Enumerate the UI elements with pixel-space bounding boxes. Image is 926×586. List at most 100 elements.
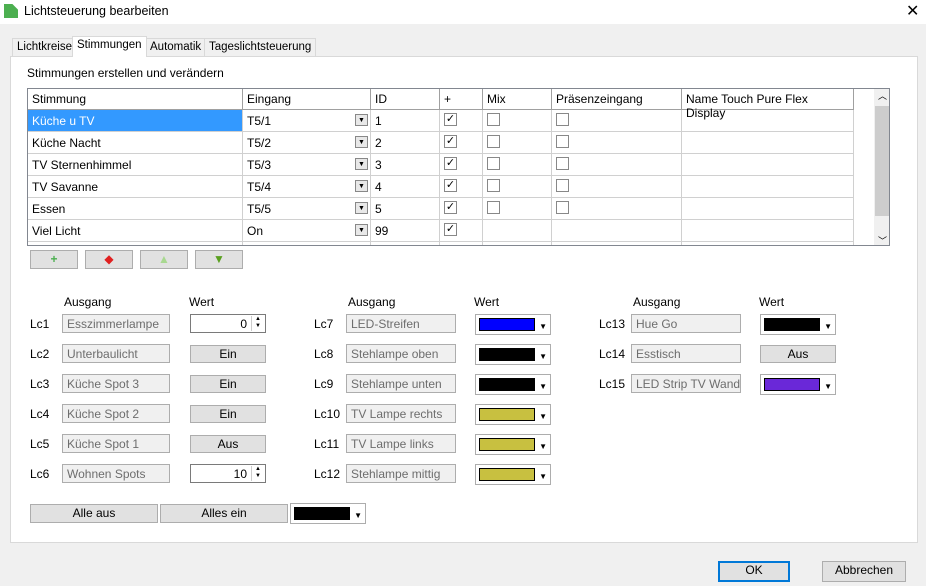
color-picker[interactable]: ▼: [475, 344, 551, 365]
scroll-down-icon[interactable]: ﹀: [874, 234, 889, 245]
column-header[interactable]: Name Touch Pure Flex Display: [682, 89, 854, 120]
color-picker[interactable]: ▼: [475, 314, 551, 335]
scroll-thumb[interactable]: [875, 106, 889, 216]
all-on-button[interactable]: Alles ein: [160, 504, 288, 523]
table-cell[interactable]: [552, 176, 682, 198]
table-cell[interactable]: [371, 242, 440, 245]
table-cell[interactable]: [682, 110, 854, 132]
checkbox-praesenz[interactable]: [556, 179, 569, 192]
scroll-up-icon[interactable]: ︿: [874, 89, 889, 102]
table-cell[interactable]: ✓: [440, 198, 483, 220]
dropdown-icon[interactable]: ▼: [355, 114, 368, 126]
checkbox-praesenz[interactable]: [556, 157, 569, 170]
value-spinner[interactable]: 10 ▲ ▼: [190, 464, 266, 483]
tab-tageslichtsteuerung[interactable]: Tageslichtsteuerung: [204, 38, 317, 56]
column-header[interactable]: Präsenzeingang: [552, 89, 682, 110]
ok-button[interactable]: OK: [718, 561, 790, 582]
table-cell[interactable]: [552, 220, 682, 242]
table-cell[interactable]: [483, 110, 552, 132]
spinner-arrows-icon[interactable]: ▲ ▼: [251, 466, 264, 481]
table-cell[interactable]: [682, 176, 854, 198]
checkbox-mix[interactable]: [487, 179, 500, 192]
table-cell[interactable]: [243, 242, 371, 245]
color-picker[interactable]: ▼: [760, 314, 836, 335]
dropdown-icon[interactable]: ▼: [355, 180, 368, 192]
toggle-button[interactable]: Aus: [190, 435, 266, 453]
table-cell[interactable]: [552, 198, 682, 220]
table-cell[interactable]: [552, 242, 682, 245]
checkbox-plus[interactable]: ✓: [444, 157, 457, 170]
move-up-button[interactable]: ▲: [140, 250, 188, 269]
table-cell[interactable]: ✓: [440, 176, 483, 198]
table-cell[interactable]: [552, 110, 682, 132]
tab-stimmungen[interactable]: Stimmungen: [72, 36, 147, 57]
table-cell[interactable]: [440, 242, 483, 245]
column-header[interactable]: Mix: [483, 89, 552, 110]
checkbox-mix[interactable]: [487, 113, 500, 126]
column-header[interactable]: Eingang: [243, 89, 371, 110]
table-cell[interactable]: ✓: [440, 154, 483, 176]
table-cell[interactable]: [483, 220, 552, 242]
table-cell[interactable]: [682, 132, 854, 154]
table-cell[interactable]: [682, 220, 854, 242]
table-cell[interactable]: [682, 154, 854, 176]
table-cell[interactable]: [483, 154, 552, 176]
color-picker[interactable]: ▼: [475, 404, 551, 425]
table-cell[interactable]: Viel Licht: [28, 220, 243, 242]
vertical-scrollbar[interactable]: ︿ ﹀: [874, 89, 889, 245]
table-cell[interactable]: [483, 132, 552, 154]
value-spinner[interactable]: 0 ▲ ▼: [190, 314, 266, 333]
checkbox-mix[interactable]: [487, 201, 500, 214]
checkbox-praesenz[interactable]: [556, 201, 569, 214]
all-off-button[interactable]: Alle aus: [30, 504, 158, 523]
color-picker[interactable]: ▼: [475, 374, 551, 395]
toggle-button[interactable]: Ein: [190, 375, 266, 393]
table-cell[interactable]: Küche u TV: [28, 110, 243, 132]
toggle-button[interactable]: Ein: [190, 345, 266, 363]
table-cell[interactable]: 3: [371, 154, 440, 176]
spinner-arrows-icon[interactable]: ▲ ▼: [251, 316, 264, 331]
tab-automatik[interactable]: Automatik: [145, 38, 207, 56]
table-cell[interactable]: T5/3 ▼: [243, 154, 371, 176]
checkbox-praesenz[interactable]: [556, 135, 569, 148]
table-cell[interactable]: 5: [371, 198, 440, 220]
column-header[interactable]: +: [440, 89, 483, 110]
toggle-button[interactable]: Aus: [760, 345, 836, 363]
checkbox-praesenz[interactable]: [556, 113, 569, 126]
table-cell[interactable]: 99: [371, 220, 440, 242]
table-cell[interactable]: ✓: [440, 220, 483, 242]
color-picker[interactable]: ▼: [760, 374, 836, 395]
checkbox-plus[interactable]: ✓: [444, 135, 457, 148]
add-button[interactable]: +: [30, 250, 78, 269]
table-cell[interactable]: [682, 242, 854, 245]
dropdown-icon[interactable]: ▼: [355, 224, 368, 236]
dropdown-icon[interactable]: ▼: [355, 202, 368, 214]
table-cell[interactable]: [28, 242, 243, 245]
dropdown-icon[interactable]: ▼: [355, 136, 368, 148]
table-cell[interactable]: [483, 198, 552, 220]
table-cell[interactable]: T5/2 ▼: [243, 132, 371, 154]
toggle-button[interactable]: Ein: [190, 405, 266, 423]
table-cell[interactable]: [552, 132, 682, 154]
table-cell[interactable]: T5/5 ▼: [243, 198, 371, 220]
table-cell[interactable]: TV Sternenhimmel: [28, 154, 243, 176]
color-picker[interactable]: ▼: [475, 464, 551, 485]
table-cell[interactable]: T5/1 ▼: [243, 110, 371, 132]
table-cell[interactable]: ✓: [440, 110, 483, 132]
tab-lichtkreise[interactable]: Lichtkreise: [12, 38, 77, 56]
table-cell[interactable]: [552, 154, 682, 176]
color-picker[interactable]: ▼: [475, 434, 551, 455]
checkbox-plus[interactable]: ✓: [444, 201, 457, 214]
table-cell[interactable]: [483, 242, 552, 245]
table-cell[interactable]: [483, 176, 552, 198]
cancel-button[interactable]: Abbrechen: [822, 561, 906, 582]
checkbox-mix[interactable]: [487, 157, 500, 170]
checkbox-mix[interactable]: [487, 135, 500, 148]
all-color-picker[interactable]: ▼: [290, 503, 366, 524]
dropdown-icon[interactable]: ▼: [355, 158, 368, 170]
table-cell[interactable]: On ▼: [243, 220, 371, 242]
table-cell[interactable]: 1: [371, 110, 440, 132]
table-cell[interactable]: T5/4 ▼: [243, 176, 371, 198]
table-cell[interactable]: Küche Nacht: [28, 132, 243, 154]
move-down-button[interactable]: ▼: [195, 250, 243, 269]
